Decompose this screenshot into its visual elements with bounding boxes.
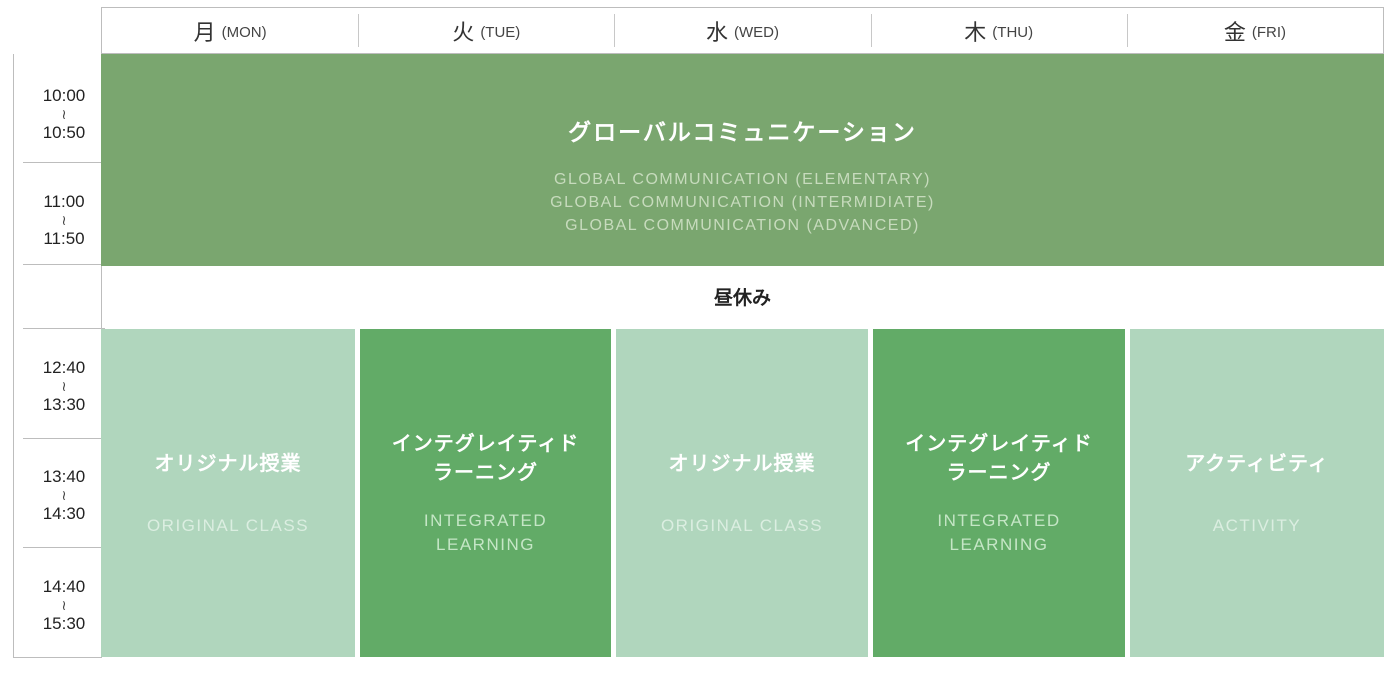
time-column: 10:00 ≀ 10:50 11:00 ≀ 11:50 12:40 ≀ 13:3… [13, 54, 105, 658]
time-separator: ≀ [61, 212, 67, 228]
time-start: 10:00 [42, 86, 86, 105]
day-header-thu: 木 (THU) [870, 8, 1127, 53]
day-kanji: 水 [706, 20, 729, 46]
class-title-en-line: INTEGRATED [937, 511, 1061, 530]
time-separator: ≀ [61, 597, 67, 613]
day-en: (TUE) [480, 24, 521, 41]
time-slot-4: 13:40 ≀ 14:30 [23, 444, 105, 546]
time-separator: ≀ [61, 378, 67, 394]
time-start: 12:40 [42, 358, 86, 377]
day-kanji: 木 [964, 20, 987, 46]
time-slot-1: 10:00 ≀ 10:50 [23, 64, 105, 164]
class-title-en: ORIGINAL CLASS [661, 514, 823, 538]
class-title: インテグレイティド ラーニング [392, 429, 579, 487]
afternoon-block-tue: インテグレイティド ラーニング INTEGRATED LEARNING [360, 329, 611, 657]
afternoon-block-mon: オリジナル授業 ORIGINAL CLASS [101, 329, 355, 657]
class-title-line: ラーニング [946, 460, 1052, 484]
class-title-line: ラーニング [433, 460, 538, 484]
time-end: 11:50 [43, 229, 85, 248]
time-end: 10:50 [42, 123, 86, 142]
day-en: (FRI) [1251, 24, 1286, 41]
afternoon-block-wed: オリジナル授業 ORIGINAL CLASS [616, 329, 868, 657]
time-divider [23, 162, 105, 163]
time-end: 13:30 [42, 395, 86, 414]
global-communication-levels: GLOBAL COMMUNICATION (ELEMENTARY) GLOBAL… [550, 168, 935, 237]
class-title-en-line: LEARNING [436, 535, 535, 554]
time-slot-2: 11:00 ≀ 11:50 [23, 170, 105, 270]
time-divider [23, 328, 105, 329]
class-title-line: インテグレイティド [391, 431, 580, 455]
afternoon-block-fri: アクティビティ ACTIVITY [1130, 329, 1384, 657]
class-title: インテグレイティド ラーニング [905, 429, 1092, 487]
class-title-en-line: ORIGINAL CLASS [146, 515, 310, 535]
level-intermediate: GLOBAL COMMUNICATION (INTERMIDIATE) [550, 194, 935, 211]
day-kanji: 月 [193, 20, 216, 46]
time-end: 15:30 [42, 614, 86, 633]
day-en: (THU) [992, 24, 1034, 41]
time-separator: ≀ [61, 106, 67, 122]
class-title-en-line: ACTIVITY [1212, 515, 1302, 535]
time-divider [23, 438, 105, 439]
level-advanced: GLOBAL COMMUNICATION (ADVANCED) [565, 217, 920, 234]
class-title-en: ACTIVITY [1213, 514, 1302, 538]
time-separator: ≀ [61, 487, 67, 503]
class-title-en: INTEGRATED LEARNING [424, 509, 547, 557]
day-header-fri: 金 (FRI) [1126, 8, 1383, 53]
day-kanji: 火 [452, 20, 475, 46]
class-title-line: インテグレイティド [905, 431, 1093, 455]
day-en: (MON) [221, 24, 267, 41]
day-header-mon: 月 (MON) [102, 8, 358, 53]
day-header-tue: 火 (TUE) [358, 8, 614, 53]
time-slot-3: 12:40 ≀ 13:30 [23, 335, 105, 437]
day-header-wed: 水 (WED) [614, 8, 870, 53]
class-title-en: ORIGINAL CLASS [147, 514, 309, 538]
day-header-row: 月 (MON) 火 (TUE) 水 (WED) 木 (THU) 金 (FRI) [101, 7, 1384, 54]
time-start: 11:00 [43, 192, 85, 211]
global-communication-title: グローバルコミュニケーション [568, 120, 917, 146]
class-title-en-line: INTEGRATED [423, 511, 548, 530]
day-en: (WED) [734, 24, 780, 41]
global-communication-block: グローバルコミュニケーション GLOBAL COMMUNICATION (ELE… [101, 54, 1384, 266]
class-title-en-line: LEARNING [949, 535, 1049, 554]
class-title-en-line: ORIGINAL CLASS [660, 515, 824, 535]
class-title: アクティビティ [1185, 450, 1329, 475]
time-divider [23, 547, 105, 548]
class-title-en: INTEGRATED LEARNING [937, 509, 1060, 557]
time-start: 13:40 [42, 467, 86, 486]
day-kanji: 金 [1223, 20, 1246, 46]
lunch-break-label: 昼休み [713, 286, 771, 309]
time-end: 14:30 [42, 504, 86, 523]
afternoon-block-thu: インテグレイティド ラーニング INTEGRATED LEARNING [873, 329, 1125, 657]
time-divider [23, 264, 105, 265]
time-slot-5: 14:40 ≀ 15:30 [23, 554, 105, 656]
class-title: オリジナル授業 [154, 450, 302, 475]
class-title: オリジナル授業 [668, 450, 816, 475]
time-start: 14:40 [42, 577, 86, 596]
level-elementary: GLOBAL COMMUNICATION (ELEMENTARY) [554, 171, 931, 188]
